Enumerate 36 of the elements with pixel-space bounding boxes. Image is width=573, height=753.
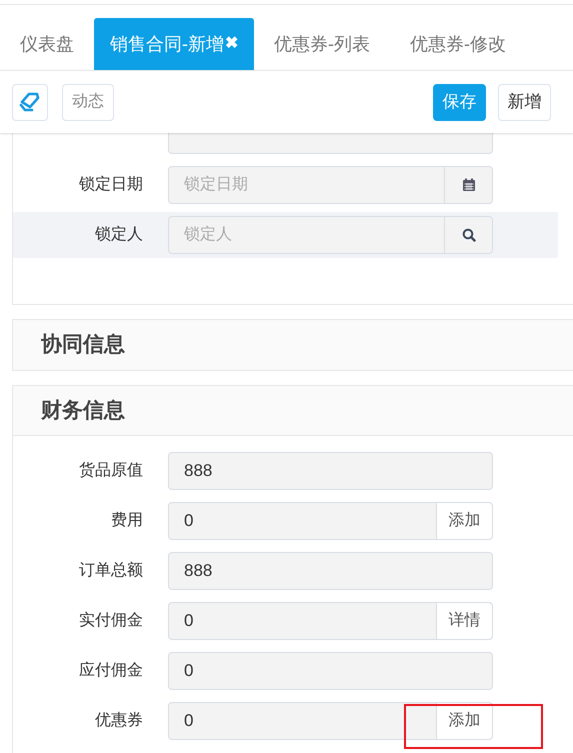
field-label: 订单总额 bbox=[78, 560, 143, 581]
calendar-icon[interactable] bbox=[462, 178, 476, 192]
tag-button[interactable] bbox=[12, 84, 48, 120]
section-title: 财务信息 bbox=[41, 398, 125, 424]
input-field[interactable]: 888 bbox=[168, 452, 493, 490]
field-label: 货品原值 bbox=[78, 461, 143, 481]
field-value: 0 bbox=[183, 710, 194, 732]
search-icon[interactable] bbox=[462, 228, 476, 242]
add-button[interactable]: 新增 bbox=[498, 84, 551, 120]
input-field[interactable]: 0 bbox=[168, 652, 493, 690]
tag-icon bbox=[19, 92, 41, 112]
field-label: 实付佣金 bbox=[78, 610, 143, 631]
select-field[interactable] bbox=[168, 133, 493, 154]
input-field[interactable]: 0 添加 bbox=[168, 702, 493, 740]
tab[interactable]: 优惠券-修改 bbox=[390, 18, 526, 70]
field-label: 锁定人 bbox=[94, 224, 143, 245]
add-on-button[interactable]: 添加 bbox=[436, 703, 492, 739]
section-header[interactable]: 财务信息 bbox=[13, 386, 573, 436]
field-label: 优惠券 bbox=[94, 710, 143, 731]
input-field[interactable]: 888 bbox=[168, 552, 493, 590]
input-field[interactable]: 0 添加 bbox=[168, 502, 493, 540]
field-label: 应付佣金 bbox=[78, 660, 143, 681]
add-on-button[interactable]: 详情 bbox=[436, 603, 492, 639]
field-value: 0 bbox=[183, 510, 194, 532]
field-label: 锁定日期 bbox=[78, 174, 143, 195]
section-header[interactable]: 协同信息 bbox=[13, 320, 573, 370]
placeholder-text: 锁定人 bbox=[183, 224, 233, 245]
field-value: 0 bbox=[183, 610, 194, 632]
section-title: 协同信息 bbox=[41, 332, 125, 358]
add-on-button[interactable]: 添加 bbox=[436, 503, 492, 539]
dynamic-button[interactable]: 动态 bbox=[62, 84, 114, 120]
placeholder-text: 锁定日期 bbox=[183, 174, 249, 195]
tab[interactable]: 优惠券-列表 bbox=[254, 18, 390, 70]
input-field[interactable]: 0 详情 bbox=[168, 602, 493, 640]
tab[interactable]: 仪表盘 bbox=[0, 18, 94, 70]
field-label: 费用 bbox=[110, 510, 143, 531]
